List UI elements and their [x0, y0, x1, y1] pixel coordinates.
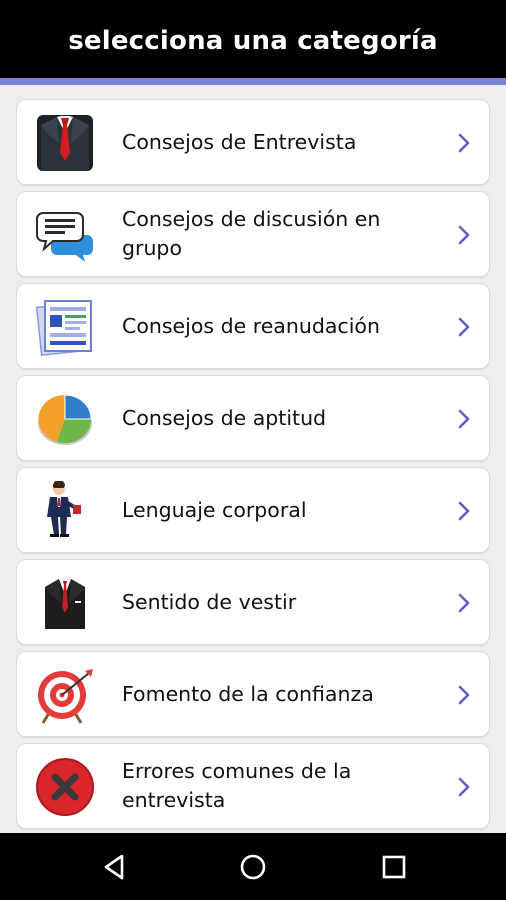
category-item-body-language[interactable]: Lenguaje corporal: [16, 467, 490, 553]
chevron-right-icon: [457, 592, 471, 614]
suit-tie-icon: [35, 113, 95, 173]
category-label: Lenguaje corporal: [122, 497, 307, 522]
back-icon[interactable]: [98, 851, 130, 883]
app-header: selecciona una categoría: [0, 0, 506, 78]
home-icon[interactable]: [237, 851, 269, 883]
chevron-right-icon: [457, 500, 471, 522]
chevron-right-icon: [457, 684, 471, 706]
category-list: Consejos de Entrevista Consejos de discu…: [16, 99, 490, 835]
chevron-right-icon: [457, 224, 471, 246]
chevron-right-icon: [457, 408, 471, 430]
target-dart-icon: [35, 665, 95, 725]
category-item-dress-sense[interactable]: Sentido de vestir: [16, 559, 490, 645]
pie-chart-icon: [35, 389, 95, 449]
category-item-interview[interactable]: Consejos de Entrevista: [16, 99, 490, 185]
category-label: Consejos de aptitud: [122, 405, 327, 430]
chevron-right-icon: [457, 776, 471, 798]
category-label: Consejos de Entrevista: [122, 129, 357, 154]
chevron-right-icon: [457, 132, 471, 154]
resume-document-icon: [35, 297, 95, 357]
category-item-common-mistakes[interactable]: Errores comunes de la entrevista: [16, 743, 490, 829]
recents-icon[interactable]: [378, 851, 410, 883]
system-nav-bar: [0, 833, 506, 900]
suit-jacket-icon: [35, 573, 95, 633]
category-label: Errores comunes de la entrevista: [122, 759, 352, 812]
category-label: Consejos de discusión en grupo: [122, 207, 381, 260]
category-label: Sentido de vestir: [122, 589, 297, 614]
category-item-aptitude[interactable]: Consejos de aptitud: [16, 375, 490, 461]
category-label: Consejos de reanudación: [122, 313, 380, 338]
businessman-icon: [35, 481, 95, 541]
chat-bubbles-icon: [35, 205, 95, 265]
category-item-confidence[interactable]: Fomento de la confianza: [16, 651, 490, 737]
category-label: Fomento de la confianza: [122, 681, 374, 706]
chevron-right-icon: [457, 316, 471, 338]
header-accent-bar: [0, 78, 506, 85]
category-item-resume[interactable]: Consejos de reanudación: [16, 283, 490, 369]
category-item-group-discussion[interactable]: Consejos de discusión en grupo: [16, 191, 490, 277]
red-x-icon: [35, 757, 95, 817]
page-title: selecciona una categoría: [68, 26, 438, 56]
